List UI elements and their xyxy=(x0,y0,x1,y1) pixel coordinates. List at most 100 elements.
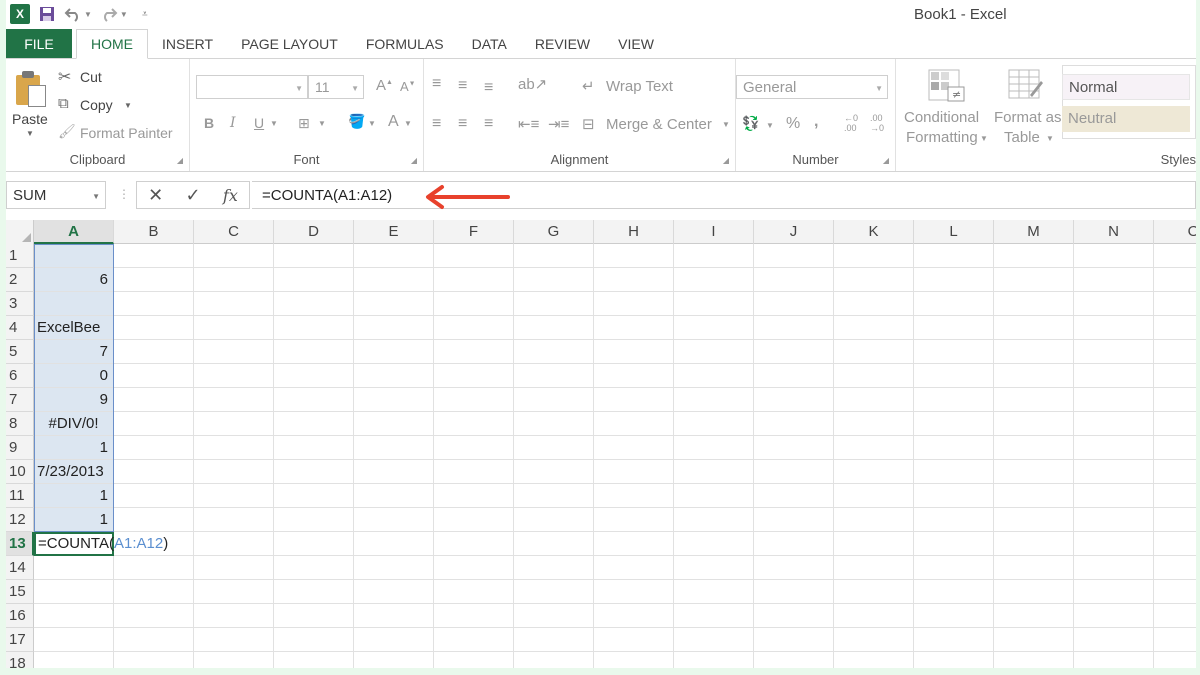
cell-m17[interactable] xyxy=(994,628,1074,652)
cell-h6[interactable] xyxy=(594,364,674,388)
font-color-icon[interactable]: A xyxy=(388,113,399,131)
cell-l2[interactable] xyxy=(914,268,994,292)
cell-e3[interactable] xyxy=(354,292,434,316)
cell-l1[interactable] xyxy=(914,244,994,268)
cell-j7[interactable] xyxy=(754,388,834,412)
cell-j15[interactable] xyxy=(754,580,834,604)
cell-l17[interactable] xyxy=(914,628,994,652)
cell-m8[interactable] xyxy=(994,412,1074,436)
underline-dropdown-icon[interactable]: ▼ xyxy=(270,119,278,128)
cell-k7[interactable] xyxy=(834,388,914,412)
cell-b17[interactable] xyxy=(114,628,194,652)
cell-b5[interactable] xyxy=(114,340,194,364)
cell-c5[interactable] xyxy=(194,340,274,364)
customize-icon[interactable]: ⩡ xyxy=(136,5,154,23)
cell-e14[interactable] xyxy=(354,556,434,580)
cell-d7[interactable] xyxy=(274,388,354,412)
cell-c9[interactable] xyxy=(194,436,274,460)
cell-b16[interactable] xyxy=(114,604,194,628)
cell-i13[interactable] xyxy=(674,532,754,556)
active-cell-a13[interactable]: =COUNTA(A1:A12) xyxy=(34,532,168,556)
cell-m18[interactable] xyxy=(994,652,1074,668)
cell-j12[interactable] xyxy=(754,508,834,532)
cell-b7[interactable] xyxy=(114,388,194,412)
alignment-launcher-icon[interactable]: ◢ xyxy=(723,156,729,165)
cell-a1[interactable] xyxy=(34,244,114,268)
cell-e13[interactable] xyxy=(354,532,434,556)
cell-k14[interactable] xyxy=(834,556,914,580)
cell-n7[interactable] xyxy=(1074,388,1154,412)
cell-d6[interactable] xyxy=(274,364,354,388)
cell-d18[interactable] xyxy=(274,652,354,668)
cell-b14[interactable] xyxy=(114,556,194,580)
cell-h2[interactable] xyxy=(594,268,674,292)
cell-m7[interactable] xyxy=(994,388,1074,412)
cell-g7[interactable] xyxy=(514,388,594,412)
cell-a10[interactable]: 7/23/2013 xyxy=(34,460,114,484)
cell-a16[interactable] xyxy=(34,604,114,628)
grow-font-icon[interactable]: A▲ xyxy=(376,77,393,94)
fill-dropdown-icon[interactable]: ▼ xyxy=(368,119,376,128)
column-header-j[interactable]: J xyxy=(754,220,834,244)
cell-o1[interactable] xyxy=(1154,244,1196,268)
cell-m3[interactable] xyxy=(994,292,1074,316)
cell-c15[interactable] xyxy=(194,580,274,604)
cell-c4[interactable] xyxy=(194,316,274,340)
cell-k11[interactable] xyxy=(834,484,914,508)
cell-k10[interactable] xyxy=(834,460,914,484)
cell-f5[interactable] xyxy=(434,340,514,364)
tab-data[interactable]: DATA xyxy=(458,29,521,58)
cell-i17[interactable] xyxy=(674,628,754,652)
column-header-a[interactable]: A xyxy=(34,220,114,244)
cell-d13[interactable] xyxy=(274,532,354,556)
column-header-o[interactable]: O xyxy=(1154,220,1196,244)
cell-h15[interactable] xyxy=(594,580,674,604)
cell-f3[interactable] xyxy=(434,292,514,316)
tab-view[interactable]: VIEW xyxy=(604,29,668,58)
cell-e5[interactable] xyxy=(354,340,434,364)
cell-m1[interactable] xyxy=(994,244,1074,268)
cell-i2[interactable] xyxy=(674,268,754,292)
cell-j5[interactable] xyxy=(754,340,834,364)
cell-h7[interactable] xyxy=(594,388,674,412)
cell-k6[interactable] xyxy=(834,364,914,388)
cell-n17[interactable] xyxy=(1074,628,1154,652)
row-header-16[interactable]: 16 xyxy=(6,604,34,628)
cell-k3[interactable] xyxy=(834,292,914,316)
cell-k13[interactable] xyxy=(834,532,914,556)
formula-bar-grip-icon[interactable]: ⋮ xyxy=(118,187,130,201)
column-header-f[interactable]: F xyxy=(434,220,514,244)
cell-l15[interactable] xyxy=(914,580,994,604)
cell-e12[interactable] xyxy=(354,508,434,532)
row-header-10[interactable]: 10 xyxy=(6,460,34,484)
cell-c7[interactable] xyxy=(194,388,274,412)
cell-n6[interactable] xyxy=(1074,364,1154,388)
cell-c6[interactable] xyxy=(194,364,274,388)
clipboard-launcher-icon[interactable]: ◢ xyxy=(177,156,183,165)
cell-l14[interactable] xyxy=(914,556,994,580)
cell-e10[interactable] xyxy=(354,460,434,484)
cell-m12[interactable] xyxy=(994,508,1074,532)
cell-o16[interactable] xyxy=(1154,604,1196,628)
cell-g3[interactable] xyxy=(514,292,594,316)
cell-i18[interactable] xyxy=(674,652,754,668)
conditional-formatting-button[interactable]: ≠ Conditional Formatting ▼ xyxy=(900,67,988,151)
cell-i6[interactable] xyxy=(674,364,754,388)
cell-n10[interactable] xyxy=(1074,460,1154,484)
cell-h17[interactable] xyxy=(594,628,674,652)
cell-g1[interactable] xyxy=(514,244,594,268)
column-header-b[interactable]: B xyxy=(114,220,194,244)
cell-g18[interactable] xyxy=(514,652,594,668)
cell-j4[interactable] xyxy=(754,316,834,340)
cell-k12[interactable] xyxy=(834,508,914,532)
cell-b4[interactable] xyxy=(114,316,194,340)
cell-f6[interactable] xyxy=(434,364,514,388)
cell-a2[interactable]: 6 xyxy=(34,268,114,292)
cell-o11[interactable] xyxy=(1154,484,1196,508)
cell-o15[interactable] xyxy=(1154,580,1196,604)
cell-i7[interactable] xyxy=(674,388,754,412)
cell-a15[interactable] xyxy=(34,580,114,604)
cell-h10[interactable] xyxy=(594,460,674,484)
number-format-select[interactable]: General ▼ xyxy=(736,75,888,99)
row-header-11[interactable]: 11 xyxy=(6,484,34,508)
